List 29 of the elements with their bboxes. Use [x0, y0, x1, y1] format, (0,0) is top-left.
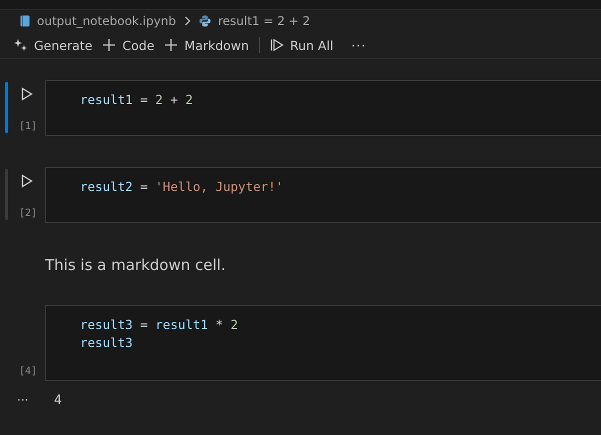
code-editor[interactable]: result2 = 'Hello, Jupyter!': [45, 167, 601, 223]
code-editor[interactable]: result1 = 2 + 2: [45, 80, 601, 136]
code-line: result2 = 'Hello, Jupyter!': [80, 178, 284, 196]
plus-icon: [164, 38, 178, 52]
sparkle-icon: [14, 38, 28, 52]
markdown-text: This is a markdown cell.: [45, 255, 226, 275]
python-icon: [198, 15, 211, 27]
execution-count: [4]: [19, 366, 38, 377]
generate-button[interactable]: Generate: [10, 36, 96, 54]
add-button[interactable]: Code: [98, 36, 158, 54]
notebook-icon: [20, 15, 30, 27]
cell-output: 4: [53, 392, 62, 408]
breadcrumb-item[interactable]: result1 = 2 + 2: [198, 14, 310, 28]
execution-count: [2]: [19, 208, 38, 219]
code-line: result1 = 2 + 2: [80, 91, 194, 109]
run-cell-button[interactable]: [20, 86, 34, 102]
output-menu-icon[interactable]: ···: [0, 393, 45, 407]
chevron-icon: [184, 16, 191, 26]
run-all-button[interactable]: Run All: [266, 36, 338, 54]
more-button[interactable]: ···: [347, 36, 370, 54]
code-line: result3 = result1 * 2: [80, 316, 240, 334]
code-editor[interactable]: result3 = result1 * 2 result3: [45, 305, 601, 381]
run-cell-button[interactable]: [20, 173, 34, 189]
run-all-icon: [270, 38, 284, 52]
add-button[interactable]: Markdown: [160, 36, 253, 54]
code-line: result3: [80, 334, 134, 352]
breadcrumb-item[interactable]: output_notebook.ipynb: [20, 14, 176, 28]
execution-count: [1]: [19, 121, 38, 132]
plus-icon: [102, 38, 116, 52]
